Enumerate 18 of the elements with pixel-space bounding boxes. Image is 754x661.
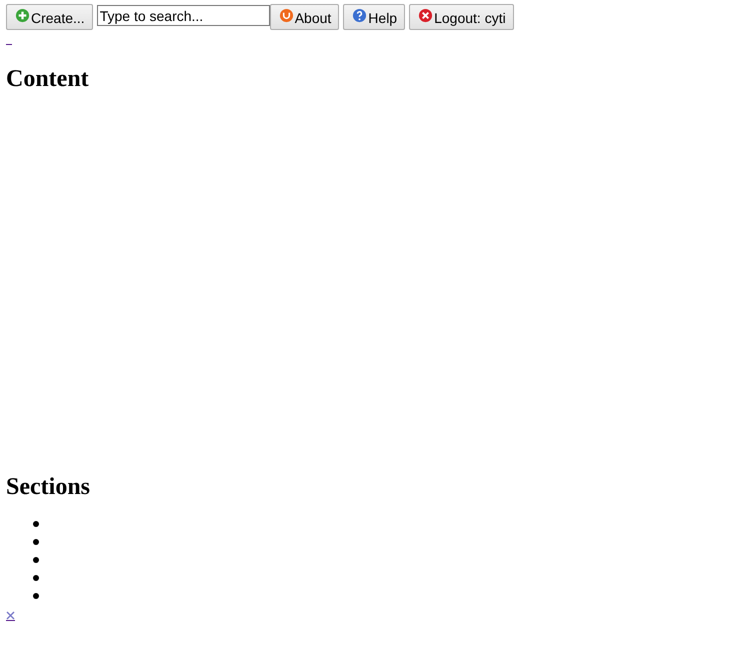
bullet-icon	[33, 593, 39, 599]
content-heading: Content	[6, 65, 90, 93]
bullet-icon	[33, 575, 39, 581]
help-button[interactable]: Help	[343, 4, 406, 30]
bullet-icon	[33, 557, 39, 563]
close-link[interactable]	[6, 611, 15, 621]
bullet-icon	[33, 521, 39, 527]
bullet-icon	[33, 539, 39, 545]
close-icon	[418, 8, 434, 22]
close-icon	[6, 611, 15, 620]
about-button[interactable]: About	[270, 4, 340, 30]
sections-heading: Sections	[6, 473, 91, 501]
create-button[interactable]: Create...	[6, 4, 93, 30]
logout-button[interactable]: Logout: cyti	[409, 4, 514, 30]
plus-icon	[15, 8, 30, 22]
cup-icon	[278, 8, 294, 22]
search-field[interactable]: Type to search...	[96, 5, 270, 26]
help-icon	[352, 8, 368, 22]
